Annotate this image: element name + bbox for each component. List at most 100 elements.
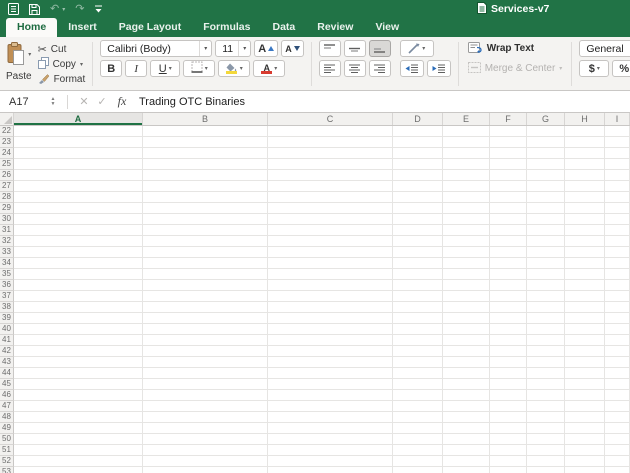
grid-cell-F44[interactable] [490, 368, 527, 378]
grid-cell-E34[interactable] [443, 258, 490, 268]
grid-cell-G51[interactable] [527, 445, 565, 455]
grid-cell-H43[interactable] [565, 357, 605, 367]
grid-cell-A49[interactable] [14, 423, 143, 433]
grid-cell-A45[interactable] [14, 379, 143, 389]
grid-cell-I29[interactable] [605, 203, 630, 213]
grid-cell-E27[interactable] [443, 181, 490, 191]
grid-cell-B34[interactable] [143, 258, 268, 268]
grid-cell-F27[interactable] [490, 181, 527, 191]
grid-cell-H30[interactable] [565, 214, 605, 224]
grid-cell-E42[interactable] [443, 346, 490, 356]
grid-cell-D51[interactable] [393, 445, 443, 455]
row-header-38[interactable]: 38 [0, 302, 14, 313]
grid-cell-H52[interactable] [565, 456, 605, 466]
row-header-26[interactable]: 26 [0, 170, 14, 181]
grid-cell-H42[interactable] [565, 346, 605, 356]
grid-cell-E35[interactable] [443, 269, 490, 279]
name-box-stepper[interactable]: ▲ ▼ [46, 97, 60, 106]
grid-cell-H33[interactable] [565, 247, 605, 257]
grid-cell-F45[interactable] [490, 379, 527, 389]
grid-cell-E50[interactable] [443, 434, 490, 444]
shrink-font-button[interactable]: A [281, 40, 304, 57]
grid-cell-C40[interactable] [268, 324, 393, 334]
row-header-35[interactable]: 35 [0, 269, 14, 280]
grid-cell-I49[interactable] [605, 423, 630, 433]
grid-cell-I35[interactable] [605, 269, 630, 279]
column-header-c[interactable]: C [268, 113, 393, 125]
grid-cell-F33[interactable] [490, 247, 527, 257]
row-header-27[interactable]: 27 [0, 181, 14, 192]
row-header-36[interactable]: 36 [0, 280, 14, 291]
grid-cell-H29[interactable] [565, 203, 605, 213]
grid-cell-G41[interactable] [527, 335, 565, 345]
grid-cell-I38[interactable] [605, 302, 630, 312]
row-header-49[interactable]: 49 [0, 423, 14, 434]
grid-cell-E38[interactable] [443, 302, 490, 312]
row-header-25[interactable]: 25 [0, 159, 14, 170]
grid-cell-G23[interactable] [527, 137, 565, 147]
grid-cell-D25[interactable] [393, 159, 443, 169]
grid-cell-D41[interactable] [393, 335, 443, 345]
grid-cell-H24[interactable] [565, 148, 605, 158]
grid-cell-E41[interactable] [443, 335, 490, 345]
grid-cell-I43[interactable] [605, 357, 630, 367]
grid-cell-D28[interactable] [393, 192, 443, 202]
grid-cell-D35[interactable] [393, 269, 443, 279]
grid-cell-A52[interactable] [14, 456, 143, 466]
grid-cell-H39[interactable] [565, 313, 605, 323]
grid-cell-B45[interactable] [143, 379, 268, 389]
grid-cell-E52[interactable] [443, 456, 490, 466]
grid-cell-I46[interactable] [605, 390, 630, 400]
grid-cell-D31[interactable] [393, 225, 443, 235]
decrease-indent-button[interactable] [400, 60, 424, 77]
grid-cell-G29[interactable] [527, 203, 565, 213]
grid-cell-F51[interactable] [490, 445, 527, 455]
grid-cell-G44[interactable] [527, 368, 565, 378]
grid-cell-F24[interactable] [490, 148, 527, 158]
grid-cell-H28[interactable] [565, 192, 605, 202]
grid-cell-C24[interactable] [268, 148, 393, 158]
grid-cell-H51[interactable] [565, 445, 605, 455]
row-header-24[interactable]: 24 [0, 148, 14, 159]
bold-button[interactable]: B [100, 60, 122, 77]
grid-cell-E25[interactable] [443, 159, 490, 169]
insert-function-button[interactable]: fx [111, 94, 133, 109]
tab-review[interactable]: Review [306, 18, 364, 37]
grid-cell-I51[interactable] [605, 445, 630, 455]
grid-cell-H36[interactable] [565, 280, 605, 290]
paste-button[interactable]: ▾ Paste [6, 42, 32, 82]
grid-cell-B37[interactable] [143, 291, 268, 301]
grid-cell-F39[interactable] [490, 313, 527, 323]
grid-cell-G47[interactable] [527, 401, 565, 411]
grid-cell-I41[interactable] [605, 335, 630, 345]
row-header-46[interactable]: 46 [0, 390, 14, 401]
grid-cell-D29[interactable] [393, 203, 443, 213]
row-header-32[interactable]: 32 [0, 236, 14, 247]
grid-cell-C50[interactable] [268, 434, 393, 444]
grid-cell-D48[interactable] [393, 412, 443, 422]
grid-cell-G38[interactable] [527, 302, 565, 312]
row-header-42[interactable]: 42 [0, 346, 14, 357]
grid-cell-E37[interactable] [443, 291, 490, 301]
cut-button[interactable]: ✂ Cut [38, 42, 86, 57]
grid-cell-G48[interactable] [527, 412, 565, 422]
column-header-i[interactable]: I [605, 113, 630, 125]
grid-cell-H23[interactable] [565, 137, 605, 147]
grid-cell-D23[interactable] [393, 137, 443, 147]
grid-cell-D39[interactable] [393, 313, 443, 323]
grid-cell-B35[interactable] [143, 269, 268, 279]
grid-cell-C39[interactable] [268, 313, 393, 323]
row-header-28[interactable]: 28 [0, 192, 14, 203]
grid-cell-F34[interactable] [490, 258, 527, 268]
row-header-48[interactable]: 48 [0, 412, 14, 423]
row-header-34[interactable]: 34 [0, 258, 14, 269]
grid-cell-E44[interactable] [443, 368, 490, 378]
grid-cell-E39[interactable] [443, 313, 490, 323]
grid-cell-D49[interactable] [393, 423, 443, 433]
grid-cell-B28[interactable] [143, 192, 268, 202]
grid-cell-G36[interactable] [527, 280, 565, 290]
grid-cell-C26[interactable] [268, 170, 393, 180]
grid-cell-D44[interactable] [393, 368, 443, 378]
grid-cell-B30[interactable] [143, 214, 268, 224]
orientation-button[interactable]: ▾ [400, 40, 434, 57]
